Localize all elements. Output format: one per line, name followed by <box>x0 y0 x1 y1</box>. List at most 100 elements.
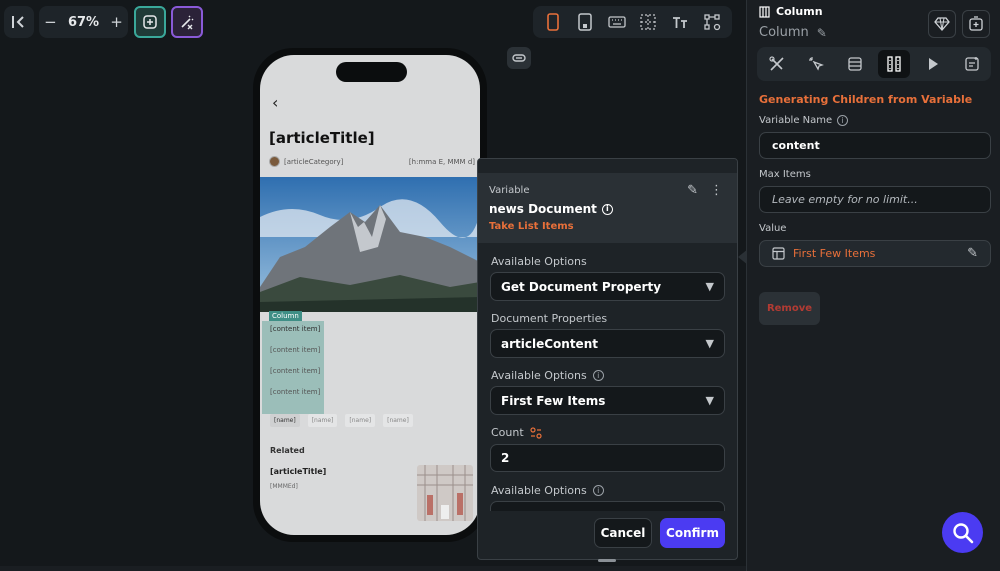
cursor-click-icon <box>808 57 824 71</box>
variable-label: Variable <box>489 185 530 196</box>
chevron-down-icon: ▼ <box>705 394 714 407</box>
name-chip: [name] <box>307 414 338 427</box>
available-options-label: Available Options i <box>491 484 604 497</box>
edit-icon[interactable]: ✎ <box>687 183 698 198</box>
article-title[interactable]: [articleTitle] <box>269 129 375 147</box>
tab-properties[interactable] <box>761 50 793 78</box>
info-icon[interactable]: i <box>601 203 613 215</box>
tab-backend-query[interactable] <box>839 50 871 78</box>
max-items-placeholder: Leave empty for no limit... <box>772 193 918 206</box>
max-items-input[interactable]: Leave empty for no limit... <box>759 186 991 213</box>
available-options-label: Available Options i <box>491 369 604 382</box>
count-value: 2 <box>501 451 510 465</box>
back-arrow-icon[interactable]: ‹ <box>272 93 278 112</box>
phone-screen: ‹ [articleTitle] [articleCategory] [h:mm… <box>260 55 480 535</box>
content-item: [content item] <box>270 367 321 375</box>
variable-name-label: Variable Name i <box>759 115 849 126</box>
article-category-group: [articleCategory] <box>269 156 343 167</box>
tab-actions[interactable] <box>800 50 832 78</box>
label-text: Available Options <box>491 369 587 382</box>
collapse-sidebar-button[interactable] <box>4 7 34 37</box>
remove-button[interactable]: Remove <box>759 292 820 325</box>
keyboard-button[interactable] <box>604 9 630 35</box>
tab-animations[interactable] <box>917 50 949 78</box>
dropdown-value: Get Document Property <box>501 279 662 294</box>
search-icon <box>952 522 973 543</box>
chevron-down-icon: ▼ <box>705 280 714 293</box>
text-size-icon <box>673 17 688 28</box>
dropdown-value: First Few Items <box>501 393 606 408</box>
resize-handle[interactable] <box>598 559 616 562</box>
value-label: Value <box>759 223 787 234</box>
count-input[interactable]: 2 <box>490 444 725 472</box>
add-square-icon <box>143 15 157 29</box>
available-options-dropdown[interactable] <box>490 501 725 511</box>
cancel-button[interactable]: Cancel <box>594 518 652 548</box>
table-icon <box>772 247 785 260</box>
tablet-icon <box>577 13 592 31</box>
related-heading: Related <box>270 446 305 455</box>
zoom-level: 67% <box>67 14 100 30</box>
variable-popup: Variable news Document i Take List Items… <box>477 158 738 560</box>
phone-icon <box>547 13 559 31</box>
widget-type: Column <box>759 5 823 18</box>
label-text: Variable Name <box>759 115 833 126</box>
text-scale-button[interactable] <box>667 9 693 35</box>
variable-source-icon[interactable] <box>530 426 542 439</box>
document-properties-label: Document Properties <box>491 312 608 325</box>
add-component-icon <box>969 16 983 31</box>
value-text: First Few Items <box>793 247 876 260</box>
notes-icon <box>964 57 979 71</box>
info-icon[interactable]: i <box>837 115 849 126</box>
info-icon[interactable]: i <box>592 370 604 381</box>
name-chip: [name] <box>383 414 413 427</box>
available-options-dropdown[interactable]: First Few Items ▼ <box>490 386 725 415</box>
column-icon <box>759 5 770 18</box>
related-article-date: [MMMEd] <box>270 483 298 490</box>
premium-button[interactable] <box>928 10 956 38</box>
available-options-dropdown[interactable]: Get Document Property ▼ <box>490 272 725 301</box>
related-article-title: [articleTitle] <box>270 467 327 476</box>
info-icon[interactable]: i <box>592 485 604 496</box>
content-item: [content item] <box>270 388 321 396</box>
add-widget-button[interactable] <box>134 6 166 38</box>
add-component-button[interactable] <box>962 10 990 38</box>
properties-tabs <box>757 47 991 81</box>
take-list-items[interactable]: Take List Items <box>489 221 574 232</box>
magic-off-icon <box>181 15 194 30</box>
edit-icon[interactable]: ✎ <box>817 26 827 40</box>
search-help-button[interactable] <box>942 512 983 553</box>
bottom-bar <box>0 566 746 571</box>
disable-widget-button[interactable] <box>171 6 203 38</box>
edit-icon[interactable]: ✎ <box>967 246 978 261</box>
zoom-out-button[interactable]: − <box>39 7 62 37</box>
value-content: First Few Items <box>772 247 875 260</box>
name-chip: [name] <box>345 414 376 427</box>
tablet-device-button[interactable] <box>572 9 598 35</box>
widget-name[interactable]: Column ✎ <box>759 25 827 40</box>
keyboard-icon <box>607 16 626 28</box>
link-toggle-button[interactable] <box>507 47 531 69</box>
name-chip: [name] <box>270 414 300 427</box>
count-label: Count <box>491 426 542 439</box>
database-icon <box>847 57 862 71</box>
more-vert-icon[interactable]: ⋮ <box>710 183 723 198</box>
article-meta-row: [articleCategory] [h:mma E, MMM d] <box>269 156 475 167</box>
variable-name-text: news Document <box>489 202 597 216</box>
variable-name-input[interactable]: content <box>759 132 991 159</box>
grid-icon <box>640 14 656 30</box>
max-items-label: Max Items <box>759 169 811 180</box>
grid-toggle-button[interactable] <box>635 9 661 35</box>
phone-device-button[interactable] <box>540 9 566 35</box>
tab-generate-children[interactable] <box>877 50 910 78</box>
chevron-down-icon: ▼ <box>705 337 714 350</box>
tab-documentation[interactable] <box>956 50 988 78</box>
document-properties-dropdown[interactable]: articleContent ▼ <box>490 329 725 358</box>
value-field[interactable]: First Few Items ✎ <box>759 240 991 267</box>
available-options-label: Available Options <box>491 255 587 268</box>
device-settings-button[interactable] <box>699 9 725 35</box>
hero-image[interactable] <box>260 177 480 312</box>
label-text: Available Options <box>491 484 587 497</box>
confirm-button[interactable]: Confirm <box>660 518 725 548</box>
zoom-in-button[interactable]: + <box>105 7 128 37</box>
